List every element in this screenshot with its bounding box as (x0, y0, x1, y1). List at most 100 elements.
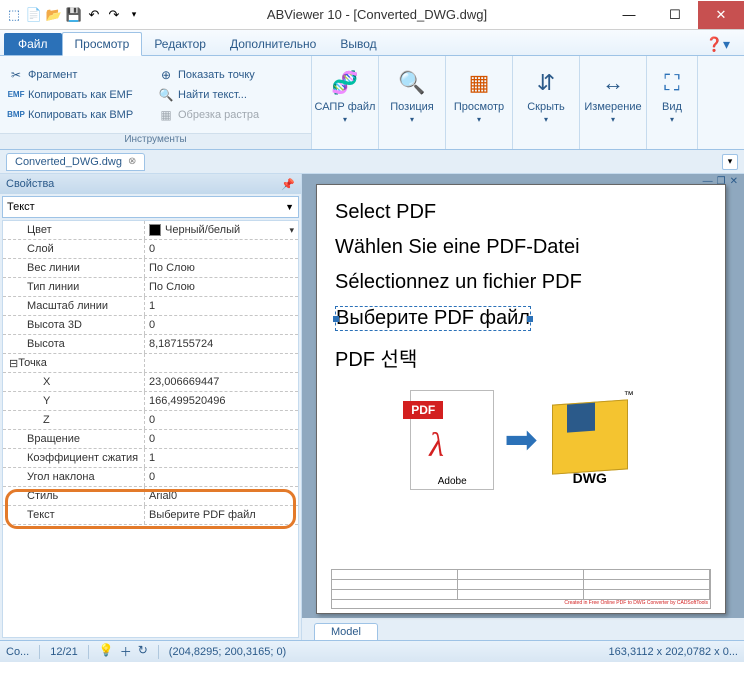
viewmode-button[interactable]: ⛶Вид▾ (647, 56, 697, 134)
new-icon[interactable]: 📄 (26, 7, 42, 23)
view-label: Просмотр (454, 101, 504, 113)
hide-button[interactable]: ⇵Скрыть▾ (513, 56, 579, 134)
property-row[interactable]: Y166,499520496 (3, 392, 298, 411)
zoom-icon: 🔍 (396, 67, 428, 99)
pdf-badge: PDF (403, 401, 443, 419)
property-value[interactable]: 23,006669447 (145, 373, 298, 391)
show-point-button[interactable]: ⊕Показать точку (156, 66, 261, 84)
pdf-icon: PDF λ Adobe (410, 390, 494, 490)
refresh-icon[interactable]: ↻ (138, 643, 148, 660)
property-value[interactable]: 0 (145, 411, 298, 429)
model-tab[interactable]: Model (314, 623, 378, 640)
document-tab[interactable]: Converted_DWG.dwg ⊗ (6, 153, 145, 171)
hide-label: Скрыть (527, 101, 565, 113)
view-button[interactable]: ▦Просмотр▾ (446, 56, 512, 134)
property-row[interactable]: X23,006669447 (3, 373, 298, 392)
emf-icon: EMF (8, 87, 24, 103)
property-value[interactable]: Черный/белый▾ (145, 221, 298, 239)
fragment-button[interactable]: ✂Фрагмент (6, 66, 156, 84)
selection-handle[interactable] (333, 316, 339, 322)
position-button[interactable]: 🔍Позиция▾ (379, 56, 445, 134)
open-icon[interactable]: 📂 (46, 7, 62, 23)
property-key: Слой (3, 240, 145, 258)
redo-icon[interactable]: ↷ (106, 7, 122, 23)
pin-icon[interactable]: 📌 (281, 178, 295, 191)
target-icon: ⊕ (158, 67, 174, 83)
cad-file-button[interactable]: 🧬САПР файл▾ (312, 56, 378, 134)
titlebar: ⬚ 📄 📂 💾 ↶ ↷ ▾ ABViewer 10 - [Converted_D… (0, 0, 744, 30)
property-value[interactable] (145, 354, 298, 372)
tab-editor[interactable]: Редактор (142, 33, 218, 55)
property-row[interactable]: Масштаб линии1 (3, 297, 298, 316)
status-icons: 💡 ＋ ↻ (99, 643, 148, 660)
property-row[interactable]: ⊟ Точка (3, 354, 298, 373)
canvas-text-selected[interactable]: Выберите PDF файл (335, 306, 531, 331)
property-key: Текст (3, 506, 145, 524)
property-value[interactable]: 0 (145, 240, 298, 258)
property-row[interactable]: Тип линииПо Слою (3, 278, 298, 297)
drawing-canvas[interactable]: Select PDF Wählen Sie eine PDF-Datei Sél… (316, 184, 726, 614)
property-value[interactable]: По Слою (145, 278, 298, 296)
property-value[interactable]: 0 (145, 316, 298, 334)
property-row[interactable]: СтильArial0 (3, 487, 298, 506)
close-button[interactable]: ✕ (698, 1, 744, 29)
property-row[interactable]: Вращение0 (3, 430, 298, 449)
crop-raster-button: ▦Обрезка растра (156, 106, 261, 124)
property-value[interactable]: Arial0 (145, 487, 298, 505)
property-row[interactable]: Высота 3D0 (3, 316, 298, 335)
qat-dropdown-icon[interactable]: ▾ (126, 7, 142, 23)
close-tab-icon[interactable]: ⊗ (128, 156, 136, 167)
property-value[interactable]: 1 (145, 297, 298, 315)
selection-handle[interactable] (527, 316, 533, 322)
property-key: Высота 3D (3, 316, 145, 334)
property-row[interactable]: Z0 (3, 411, 298, 430)
property-row[interactable]: Угол наклона0 (3, 468, 298, 487)
copy-bmp-button[interactable]: BMPКопировать как BMP (6, 106, 156, 124)
property-row[interactable]: ТекстВыберите PDF файл (3, 506, 298, 525)
fragment-label: Фрагмент (28, 69, 77, 81)
minimize-button[interactable]: — (606, 1, 652, 29)
copy-emf-button[interactable]: EMFКопировать как EMF (6, 86, 156, 104)
plus-icon[interactable]: ＋ (120, 643, 132, 660)
property-value[interactable]: По Слою (145, 259, 298, 277)
cad-file-label: САПР файл (315, 101, 376, 113)
property-row[interactable]: Высота8,187155724 (3, 335, 298, 354)
canvas-close-icon[interactable]: ✕ (730, 176, 738, 187)
save-icon[interactable]: 💾 (66, 7, 82, 23)
help-button[interactable]: ❓▾ (700, 34, 736, 55)
property-value[interactable]: 1 (145, 449, 298, 467)
property-category-select[interactable]: Текст ▼ (2, 196, 299, 218)
undo-icon[interactable]: ↶ (86, 7, 102, 23)
copy-bmp-label: Копировать как BMP (28, 109, 133, 121)
file-tab[interactable]: Файл (4, 33, 62, 55)
tab-output[interactable]: Вывод (328, 33, 388, 55)
expand-tabs-button[interactable]: ▾ (722, 154, 738, 170)
property-value[interactable]: Выберите PDF файл (145, 506, 298, 524)
app-icon[interactable]: ⬚ (6, 7, 22, 23)
tab-advanced[interactable]: Дополнительно (218, 33, 328, 55)
property-value[interactable]: 8,187155724 (145, 335, 298, 353)
dwg-label: DWG (548, 470, 632, 486)
tab-view[interactable]: Просмотр (62, 32, 143, 56)
bulb-icon[interactable]: 💡 (99, 643, 114, 660)
ribbon-tabs: Файл Просмотр Редактор Дополнительно Выв… (0, 30, 744, 56)
chevron-down-icon[interactable]: ▾ (289, 225, 298, 236)
pdf-logo: λ (429, 427, 444, 465)
window-buttons: — ☐ ✕ (606, 1, 744, 29)
property-value[interactable]: 166,499520496 (145, 392, 298, 410)
property-value[interactable]: 0 (145, 430, 298, 448)
property-key: Вес линии (3, 259, 145, 277)
property-row[interactable]: Коэффициент сжатия1 (3, 449, 298, 468)
measure-button[interactable]: ↔Измерение▾ (580, 56, 646, 134)
window-title: ABViewer 10 - [Converted_DWG.dwg] (148, 7, 606, 22)
collapse-icon[interactable]: ⊟ (9, 357, 18, 370)
property-value[interactable]: 0 (145, 468, 298, 486)
find-text-button[interactable]: 🔍Найти текст... (156, 86, 261, 104)
adobe-label: Adobe (411, 476, 493, 487)
property-row[interactable]: Слой0 (3, 240, 298, 259)
property-row[interactable]: Вес линииПо Слою (3, 259, 298, 278)
property-row[interactable]: ЦветЧерный/белый▾ (3, 221, 298, 240)
maximize-button[interactable]: ☐ (652, 1, 698, 29)
viewmode-label: Вид (662, 101, 682, 113)
search-icon: 🔍 (158, 87, 174, 103)
